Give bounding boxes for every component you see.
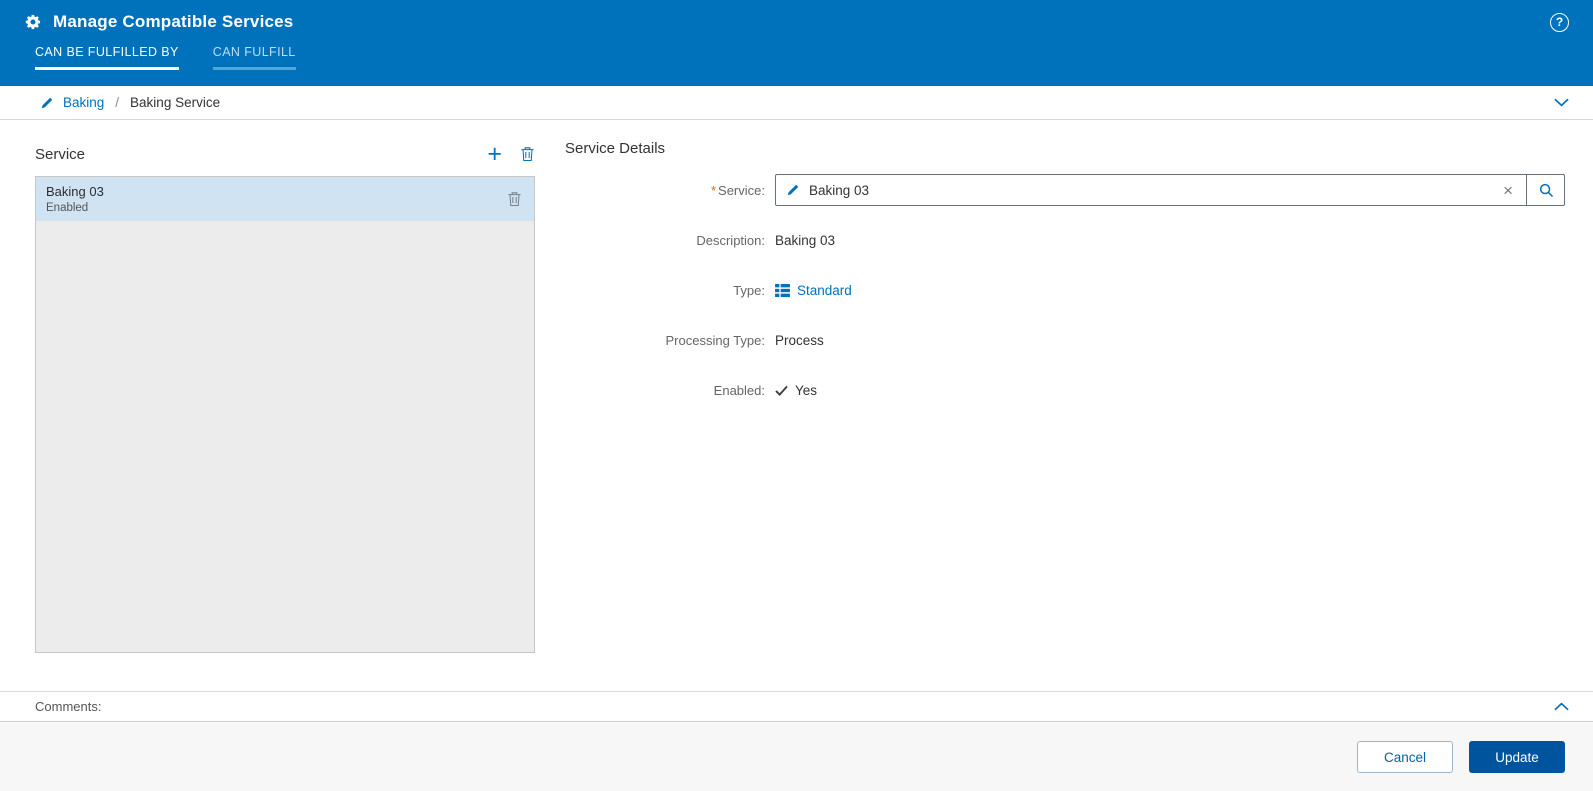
header-title-row: Manage Compatible Services ? <box>0 0 1593 32</box>
header-tabs: CAN BE FULFILLED BY CAN FULFILL <box>0 32 1593 70</box>
service-input[interactable]: Baking 03 × <box>775 174 1565 206</box>
details-form: * Service: Baking 03 × Description: Baki… <box>565 173 1565 407</box>
enabled-row: Enabled: Yes <box>565 373 1565 407</box>
edit-pencil-icon <box>40 96 54 110</box>
processing-type-row: Processing Type: Process <box>565 323 1565 357</box>
breadcrumb-current: Baking Service <box>130 95 221 110</box>
service-details-panel: Service Details * Service: Baking 03 × D… <box>565 140 1565 423</box>
footer-actions: Cancel Update <box>0 723 1593 791</box>
service-item-name: Baking 03 <box>46 184 104 199</box>
input-pencil-icon <box>786 183 800 197</box>
processing-type-value: Process <box>775 332 824 348</box>
item-delete-icon[interactable] <box>507 191 522 207</box>
service-label-text: Service: <box>718 182 765 198</box>
breadcrumb-separator: / <box>115 95 120 110</box>
service-row: * Service: Baking 03 × <box>565 173 1565 207</box>
service-list-actions: + <box>487 142 535 167</box>
cancel-button[interactable]: Cancel <box>1357 741 1453 773</box>
service-list: Baking 03 Enabled <box>35 176 535 653</box>
app-window: Manage Compatible Services ? CAN BE FULF… <box>0 0 1593 791</box>
gear-icon <box>24 13 42 31</box>
list-item-text: Baking 03 Enabled <box>46 184 104 214</box>
comments-section: Comments: <box>0 691 1593 722</box>
comments-label: Comments: <box>35 699 102 714</box>
header: Manage Compatible Services ? CAN BE FULF… <box>0 0 1593 86</box>
type-value: Standard <box>775 283 852 298</box>
delete-icon[interactable] <box>520 146 535 162</box>
description-row: Description: Baking 03 <box>565 223 1565 257</box>
service-label: * Service: <box>565 183 765 198</box>
description-label: Description: <box>696 232 765 248</box>
help-icon[interactable]: ? <box>1550 12 1569 32</box>
service-list-title: Service <box>35 145 86 163</box>
clear-icon[interactable]: × <box>1490 182 1526 199</box>
service-input-value: Baking 03 <box>809 182 870 198</box>
service-list-panel: Service + Baking 03 Enabled <box>35 140 535 653</box>
type-link[interactable]: Standard <box>797 283 852 298</box>
checkmark-icon <box>775 385 788 396</box>
breadcrumb: Baking / Baking Service <box>0 86 1593 120</box>
type-label: Type: <box>733 282 765 298</box>
details-title: Service Details <box>565 140 666 157</box>
list-item[interactable]: Baking 03 Enabled <box>36 177 534 221</box>
service-value: Baking 03 × <box>775 174 1565 206</box>
breadcrumb-link-baking[interactable]: Baking <box>63 95 104 110</box>
tab-can-be-fulfilled-by[interactable]: CAN BE FULFILLED BY <box>35 45 179 70</box>
description-value: Baking 03 <box>775 232 836 248</box>
update-button[interactable]: Update <box>1469 741 1565 773</box>
add-icon[interactable]: + <box>487 142 502 167</box>
page-title: Manage Compatible Services <box>53 12 294 31</box>
enabled-value: Yes <box>775 383 817 398</box>
service-item-status: Enabled <box>46 202 89 214</box>
chevron-down-icon[interactable] <box>1554 98 1569 107</box>
chevron-up-icon[interactable] <box>1554 702 1569 711</box>
service-list-header: Service + <box>35 140 535 168</box>
processing-type-label: Processing Type: <box>665 332 765 348</box>
enabled-value-text: Yes <box>795 382 818 398</box>
required-mark: * <box>710 182 717 198</box>
standard-type-icon <box>775 283 790 297</box>
search-icon[interactable] <box>1526 175 1564 205</box>
type-row: Type: Standard <box>565 273 1565 307</box>
tab-can-fulfill[interactable]: CAN FULFILL <box>212 45 296 70</box>
enabled-label: Enabled: <box>713 382 765 398</box>
